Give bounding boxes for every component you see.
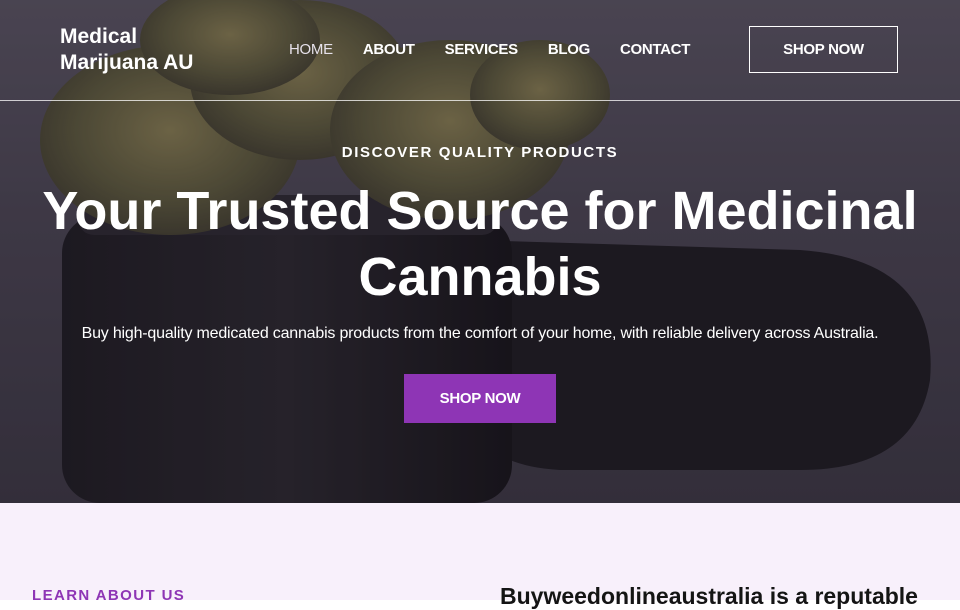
- about-eyebrow: LEARN ABOUT US: [32, 587, 186, 604]
- main-nav: HOME ABOUT SERVICES BLOG CONTACT: [289, 40, 690, 60]
- hero-shop-now-button[interactable]: SHOP NOW: [404, 374, 556, 423]
- hero-headline: Your Trusted Source for Medicinal Cannab…: [42, 181, 918, 307]
- header-shop-now-button[interactable]: SHOP NOW: [749, 26, 898, 73]
- site-logo[interactable]: Medical Marijuana AU: [60, 24, 220, 76]
- nav-contact[interactable]: CONTACT: [620, 40, 690, 60]
- about-section: LEARN ABOUT US Buyweedonlineaustralia is…: [0, 503, 960, 609]
- nav-home[interactable]: HOME: [289, 40, 333, 60]
- nav-services[interactable]: SERVICES: [445, 40, 518, 60]
- nav-blog[interactable]: BLOG: [548, 40, 590, 60]
- site-header: Medical Marijuana AU HOME ABOUT SERVICES…: [0, 0, 960, 101]
- about-heading: Buyweedonlineaustralia is a reputable: [500, 583, 918, 609]
- hero-eyebrow: DISCOVER QUALITY PRODUCTS: [341, 144, 619, 161]
- nav-about[interactable]: ABOUT: [363, 40, 415, 60]
- hero-subtext: Buy high-quality medicated cannabis prod…: [81, 325, 879, 342]
